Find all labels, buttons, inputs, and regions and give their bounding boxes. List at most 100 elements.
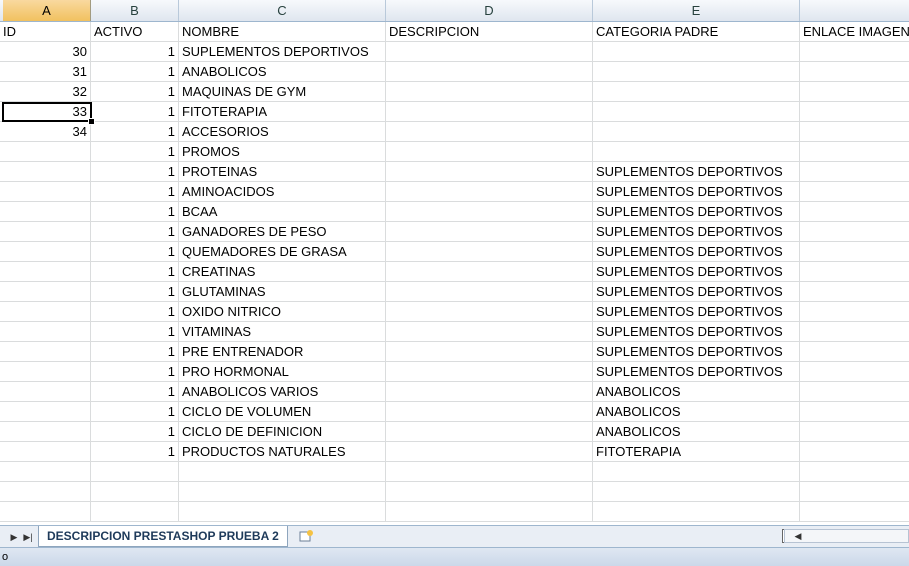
fill-handle[interactable] (88, 118, 95, 125)
cell[interactable]: ANABOLICOS (593, 422, 800, 441)
cell[interactable] (800, 422, 909, 441)
column-header-f[interactable] (800, 0, 909, 21)
cell[interactable] (800, 482, 909, 501)
cell[interactable] (800, 302, 909, 321)
cell[interactable] (800, 202, 909, 221)
cell[interactable] (0, 262, 91, 281)
cell[interactable]: ANABOLICOS VARIOS (179, 382, 386, 401)
cell[interactable] (0, 322, 91, 341)
cell[interactable] (386, 102, 593, 121)
insert-sheet-icon[interactable] (298, 529, 314, 543)
cell[interactable] (800, 122, 909, 141)
cell[interactable] (0, 502, 91, 521)
cell[interactable]: 1 (91, 82, 179, 101)
sheet-tab-active[interactable]: DESCRIPCION PRESTASHOP PRUEBA 2 (38, 526, 288, 547)
cell[interactable]: 1 (91, 402, 179, 421)
cell[interactable] (0, 382, 91, 401)
cell[interactable] (800, 102, 909, 121)
last-sheet-icon[interactable]: ▶| (22, 530, 34, 544)
cell[interactable] (800, 502, 909, 521)
cell[interactable]: ANABOLICOS (593, 382, 800, 401)
cell[interactable] (0, 182, 91, 201)
cell[interactable]: SUPLEMENTOS DEPORTIVOS (593, 342, 800, 361)
cell[interactable]: 30 (0, 42, 91, 61)
cell[interactable]: PRODUCTOS NATURALES (179, 442, 386, 461)
cell[interactable] (0, 462, 91, 481)
cell[interactable] (0, 442, 91, 461)
cell[interactable]: SUPLEMENTOS DEPORTIVOS (593, 222, 800, 241)
cell[interactable]: SUPLEMENTOS DEPORTIVOS (593, 322, 800, 341)
cell[interactable] (0, 242, 91, 261)
cell[interactable] (800, 462, 909, 481)
cell[interactable] (0, 302, 91, 321)
cell[interactable]: SUPLEMENTOS DEPORTIVOS (593, 202, 800, 221)
column-header-d[interactable]: D (386, 0, 593, 21)
cell[interactable] (386, 282, 593, 301)
cell[interactable]: 32 (0, 82, 91, 101)
cell[interactable] (91, 502, 179, 521)
cell[interactable] (386, 42, 593, 61)
cell[interactable]: NOMBRE (179, 22, 386, 41)
cell[interactable]: FITOTERAPIA (179, 102, 386, 121)
cell[interactable] (800, 442, 909, 461)
cell[interactable]: ID (0, 22, 91, 41)
cell[interactable]: SUPLEMENTOS DEPORTIVOS (593, 162, 800, 181)
cell[interactable] (386, 302, 593, 321)
cell[interactable]: SUPLEMENTOS DEPORTIVOS (179, 42, 386, 61)
cell[interactable] (386, 222, 593, 241)
cell[interactable]: SUPLEMENTOS DEPORTIVOS (593, 302, 800, 321)
cell[interactable] (386, 162, 593, 181)
cell[interactable]: SUPLEMENTOS DEPORTIVOS (593, 282, 800, 301)
cell[interactable]: 34 (0, 122, 91, 141)
cell[interactable]: QUEMADORES DE GRASA (179, 242, 386, 261)
cell[interactable] (800, 182, 909, 201)
cell[interactable] (0, 162, 91, 181)
cell[interactable] (386, 202, 593, 221)
cell[interactable] (593, 122, 800, 141)
cell[interactable]: 1 (91, 442, 179, 461)
column-header-e[interactable]: E (593, 0, 800, 21)
cell[interactable]: 1 (91, 102, 179, 121)
cell[interactable] (91, 462, 179, 481)
cell[interactable] (386, 322, 593, 341)
cell[interactable]: 1 (91, 302, 179, 321)
cell[interactable] (800, 82, 909, 101)
cell[interactable] (179, 462, 386, 481)
cell[interactable] (800, 142, 909, 161)
cell[interactable]: 1 (91, 122, 179, 141)
cell[interactable]: DESCRIPCION (386, 22, 593, 41)
cell[interactable] (0, 142, 91, 161)
cell[interactable]: 1 (91, 282, 179, 301)
cell[interactable] (179, 482, 386, 501)
cell[interactable]: CICLO DE VOLUMEN (179, 402, 386, 421)
cell[interactable]: GLUTAMINAS (179, 282, 386, 301)
cell[interactable] (386, 62, 593, 81)
cell[interactable]: CATEGORIA PADRE (593, 22, 800, 41)
cell[interactable] (0, 362, 91, 381)
cell[interactable] (386, 402, 593, 421)
cell[interactable] (593, 42, 800, 61)
cell[interactable] (800, 402, 909, 421)
cell[interactable] (0, 222, 91, 241)
cell[interactable] (386, 82, 593, 101)
cell[interactable]: PRO HORMONAL (179, 362, 386, 381)
cell[interactable] (593, 462, 800, 481)
cell[interactable]: 1 (91, 182, 179, 201)
cell[interactable] (800, 242, 909, 261)
column-header-c[interactable]: C (179, 0, 386, 21)
cell[interactable]: 1 (91, 262, 179, 281)
cell[interactable] (593, 502, 800, 521)
cell[interactable] (0, 202, 91, 221)
cell[interactable]: SUPLEMENTOS DEPORTIVOS (593, 262, 800, 281)
cell[interactable] (800, 222, 909, 241)
cell[interactable] (386, 362, 593, 381)
cell[interactable]: 1 (91, 222, 179, 241)
cell[interactable]: GANADORES DE PESO (179, 222, 386, 241)
cell[interactable] (800, 62, 909, 81)
cell[interactable]: ANABOLICOS (593, 402, 800, 421)
cell[interactable] (386, 382, 593, 401)
cell[interactable] (386, 342, 593, 361)
cell[interactable]: SUPLEMENTOS DEPORTIVOS (593, 242, 800, 261)
cell[interactable]: 1 (91, 202, 179, 221)
cell[interactable] (386, 182, 593, 201)
